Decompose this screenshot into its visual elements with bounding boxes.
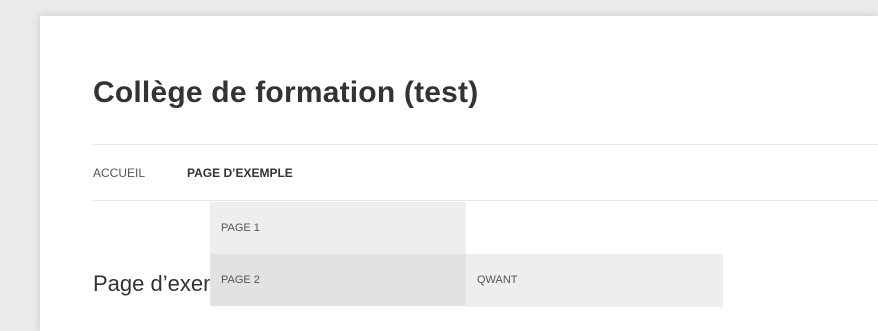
nav-item-example-page[interactable]: PAGE D’EXEMPLE: [187, 166, 293, 180]
main-navigation: ACCUEIL PAGE D’EXEMPLE: [93, 164, 293, 182]
submenu-item-qwant[interactable]: QWANT: [466, 254, 723, 307]
page-container: Collège de formation (test) ACCUEIL PAGE…: [40, 16, 878, 331]
dropdown-item-page-2[interactable]: PAGE 2: [210, 254, 466, 306]
nav-item-home[interactable]: ACCUEIL: [93, 166, 145, 180]
nav-dropdown-menu: PAGE 1 PAGE 2: [210, 202, 466, 306]
site-title[interactable]: Collège de formation (test): [93, 76, 478, 110]
nav-divider-top: [93, 144, 878, 145]
nav-divider-bottom: [93, 200, 878, 201]
nav-submenu: QWANT: [466, 254, 723, 307]
dropdown-item-page-1[interactable]: PAGE 1: [210, 202, 466, 254]
